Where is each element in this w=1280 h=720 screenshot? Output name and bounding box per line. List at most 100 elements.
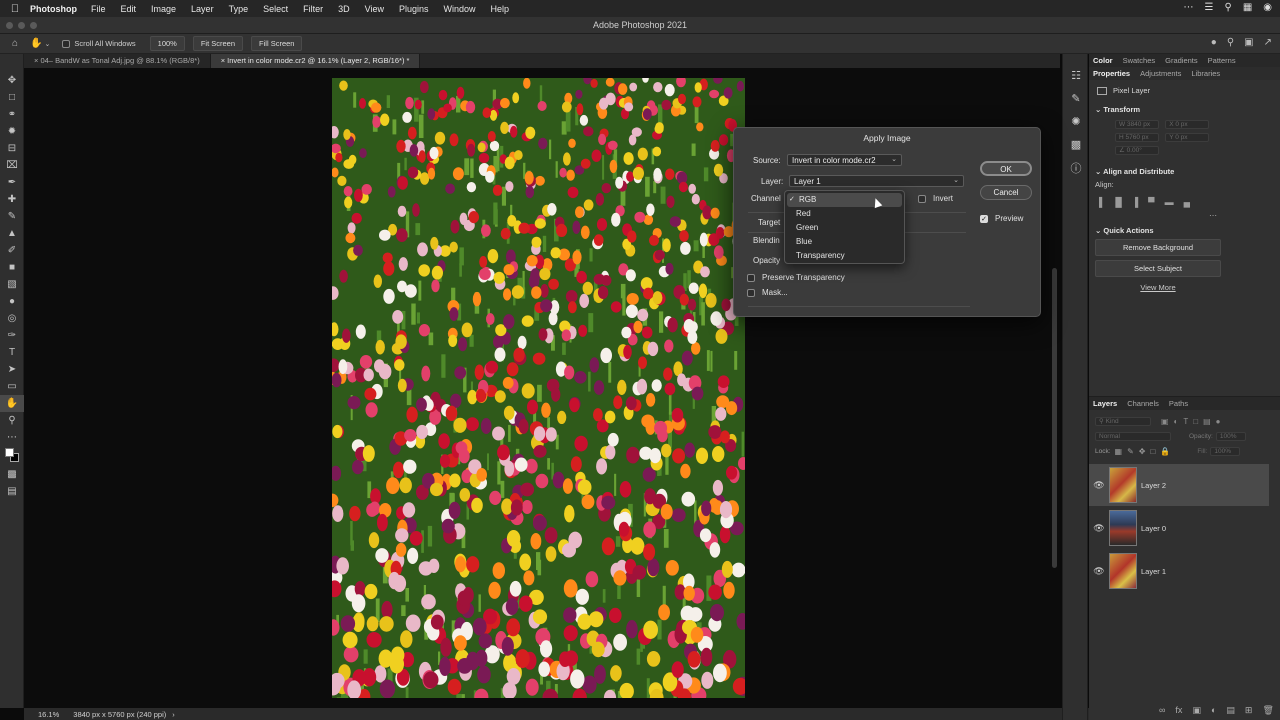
visibility-eye-icon[interactable]: 👁 <box>1089 523 1109 534</box>
menu-select[interactable]: Select <box>263 4 288 14</box>
eyedropper-tool-icon[interactable]: ✒ <box>0 174 24 191</box>
expand-icon[interactable]: ↗ <box>1264 37 1272 48</box>
menu-view[interactable]: View <box>365 4 384 14</box>
channel-option-rgb[interactable]: ✓ RGB <box>787 193 902 207</box>
move-tool-icon[interactable]: ✥ <box>0 72 24 89</box>
tab-invert-document[interactable]: × Invert in color mode.cr2 @ 16.1% (Laye… <box>210 54 421 68</box>
menu-edit[interactable]: Edit <box>121 4 137 14</box>
layer-name[interactable]: Layer 1 <box>1141 567 1166 576</box>
menu-plugins[interactable]: Plugins <box>399 4 429 14</box>
new-layer-icon[interactable]: ⊞ <box>1245 705 1253 716</box>
chevron-right-icon[interactable]: › <box>172 710 175 719</box>
siri-icon[interactable]: ◉ <box>1263 2 1272 13</box>
foreground-color-swatch[interactable] <box>5 448 14 457</box>
align-left-icon[interactable]: ▌ <box>1099 197 1105 207</box>
select-subject-button[interactable]: Select Subject <box>1095 260 1221 277</box>
brush-tool-icon[interactable]: ✎ <box>0 208 24 225</box>
source-select[interactable]: Invert in color mode.cr2 ⌄ <box>787 154 902 166</box>
search-icon[interactable]: ⚲ <box>1224 2 1231 13</box>
align-distribute-heading[interactable]: ⌄ Align and Distribute <box>1095 167 1280 176</box>
search-icon[interactable]: ⚲ <box>1227 37 1234 48</box>
layer-name[interactable]: Layer 2 <box>1141 481 1166 490</box>
eraser-tool-icon[interactable]: ■ <box>0 259 24 276</box>
kind-filter[interactable]: ⚲ Kind <box>1095 417 1151 426</box>
mask-checkbox[interactable]: Mask... <box>747 288 788 297</box>
tulip-photo[interactable] <box>332 78 745 698</box>
align-top-icon[interactable]: ▀ <box>1148 197 1154 207</box>
invert-checkbox[interactable]: Invert <box>918 194 953 203</box>
visibility-eye-icon[interactable]: 👁 <box>1089 566 1109 577</box>
cancel-button[interactable]: Cancel <box>980 185 1032 200</box>
screen-mode-icon[interactable]: ▤ <box>0 483 24 500</box>
view-more-link[interactable]: View More <box>1095 283 1221 292</box>
tab-channels[interactable]: Channels <box>1127 399 1159 408</box>
fill-screen-button[interactable]: Fill Screen <box>251 36 303 51</box>
delete-layer-icon[interactable]: 🗑 <box>1262 705 1273 716</box>
layer-style-icon[interactable]: fx <box>1175 705 1182 716</box>
menu-filter[interactable]: Filter <box>303 4 323 14</box>
menu-file[interactable]: File <box>91 4 106 14</box>
history-icon[interactable]: ☷ <box>1063 64 1089 87</box>
filter-icons[interactable]: ▣◐T□▤● <box>1161 417 1226 426</box>
hand-tool-icon[interactable]: ✋ <box>30 38 42 49</box>
tab-bandw-document[interactable]: × 04– BandW as Tonal Adj.jpg @ 88.1% (RG… <box>24 54 211 68</box>
angle-field[interactable]: ∠ 0.00° <box>1115 146 1159 155</box>
lasso-tool-icon[interactable]: ⚭ <box>0 106 24 123</box>
adjustments-icon[interactable]: ✺ <box>1063 110 1089 133</box>
zoom-100-button[interactable]: 100% <box>149 36 185 51</box>
width-field[interactable]: W 3840 px <box>1115 120 1159 129</box>
vertical-scrollbar[interactable] <box>1052 268 1057 568</box>
preview-checkbox[interactable]: ✓ Preview <box>980 214 1023 223</box>
color-swatches[interactable] <box>0 446 24 466</box>
share-icon[interactable]: ● <box>1211 37 1217 48</box>
menu-layer[interactable]: Layer <box>191 4 214 14</box>
home-icon[interactable]: ⌂ <box>12 38 18 49</box>
rectangle-tool-icon[interactable]: ▭ <box>0 378 24 395</box>
adjustment-layer-icon[interactable]: ◐ <box>1211 705 1216 716</box>
lock-icons[interactable]: ▦✎✥□🔒 <box>1115 447 1176 456</box>
blend-mode-select[interactable]: Normal <box>1095 432 1171 441</box>
fill-field[interactable]: 100% <box>1210 447 1241 456</box>
apple-icon[interactable]:  <box>0 3 30 15</box>
tab-paths[interactable]: Paths <box>1169 399 1188 408</box>
edit-toolbar-icon[interactable]: ⋯ <box>0 429 24 446</box>
channel-option-blue[interactable]: Blue <box>785 235 904 249</box>
menu-help[interactable]: Help <box>491 4 510 14</box>
remove-background-button[interactable]: Remove Background <box>1095 239 1221 256</box>
tab-patterns[interactable]: Patterns <box>1208 56 1236 65</box>
menu-window[interactable]: Window <box>444 4 476 14</box>
tab-gradients[interactable]: Gradients <box>1165 56 1198 65</box>
layer-select[interactable]: Layer 1 ⌄ <box>789 175 964 187</box>
align-bottom-icon[interactable]: ▄ <box>1184 197 1190 207</box>
healing-brush-tool-icon[interactable]: ✚ <box>0 191 24 208</box>
scroll-all-windows-checkbox[interactable]: Scroll All Windows <box>62 39 136 48</box>
info-icon[interactable]: ⓘ <box>1063 156 1089 179</box>
ok-button[interactable]: OK <box>980 161 1032 176</box>
opacity-field[interactable]: 100% <box>1215 432 1246 441</box>
channel-option-green[interactable]: Green <box>785 221 904 235</box>
menu-type[interactable]: Type <box>229 4 249 14</box>
menu-app-name[interactable]: Photoshop <box>30 4 77 14</box>
layer-row-layer-0[interactable]: 👁 Layer 0 <box>1089 507 1269 549</box>
quick-select-tool-icon[interactable]: ✹ <box>0 123 24 140</box>
tab-swatches[interactable]: Swatches <box>1123 56 1156 65</box>
workspace-icon[interactable]: ▣ <box>1244 37 1253 48</box>
blur-tool-icon[interactable]: ● <box>0 293 24 310</box>
control-center-icon[interactable]: ▦ <box>1243 2 1252 13</box>
channel-option-transparency[interactable]: Transparency <box>785 249 904 263</box>
transform-heading[interactable]: ⌄ Transform <box>1095 105 1280 114</box>
menu-image[interactable]: Image <box>151 4 176 14</box>
tab-properties[interactable]: Properties <box>1093 69 1130 78</box>
quick-mask-icon[interactable]: ▩ <box>0 466 24 483</box>
align-middle-v-icon[interactable]: ▬ <box>1165 197 1174 207</box>
align-right-icon[interactable]: ▐ <box>1132 197 1138 207</box>
add-mask-icon[interactable]: ▣ <box>1192 705 1201 716</box>
crop-tool-icon[interactable]: ⊟ <box>0 140 24 157</box>
history-brush-tool-icon[interactable]: ✐ <box>0 242 24 259</box>
dodge-tool-icon[interactable]: ◎ <box>0 310 24 327</box>
hand-tool-icon[interactable]: ✋ <box>0 395 24 412</box>
tab-layers[interactable]: Layers <box>1093 399 1117 408</box>
gradient-tool-icon[interactable]: ▧ <box>0 276 24 293</box>
status-doc-info[interactable]: 3840 px x 5760 px (240 ppi) <box>73 710 166 719</box>
clone-stamp-tool-icon[interactable]: ▲ <box>0 225 24 242</box>
